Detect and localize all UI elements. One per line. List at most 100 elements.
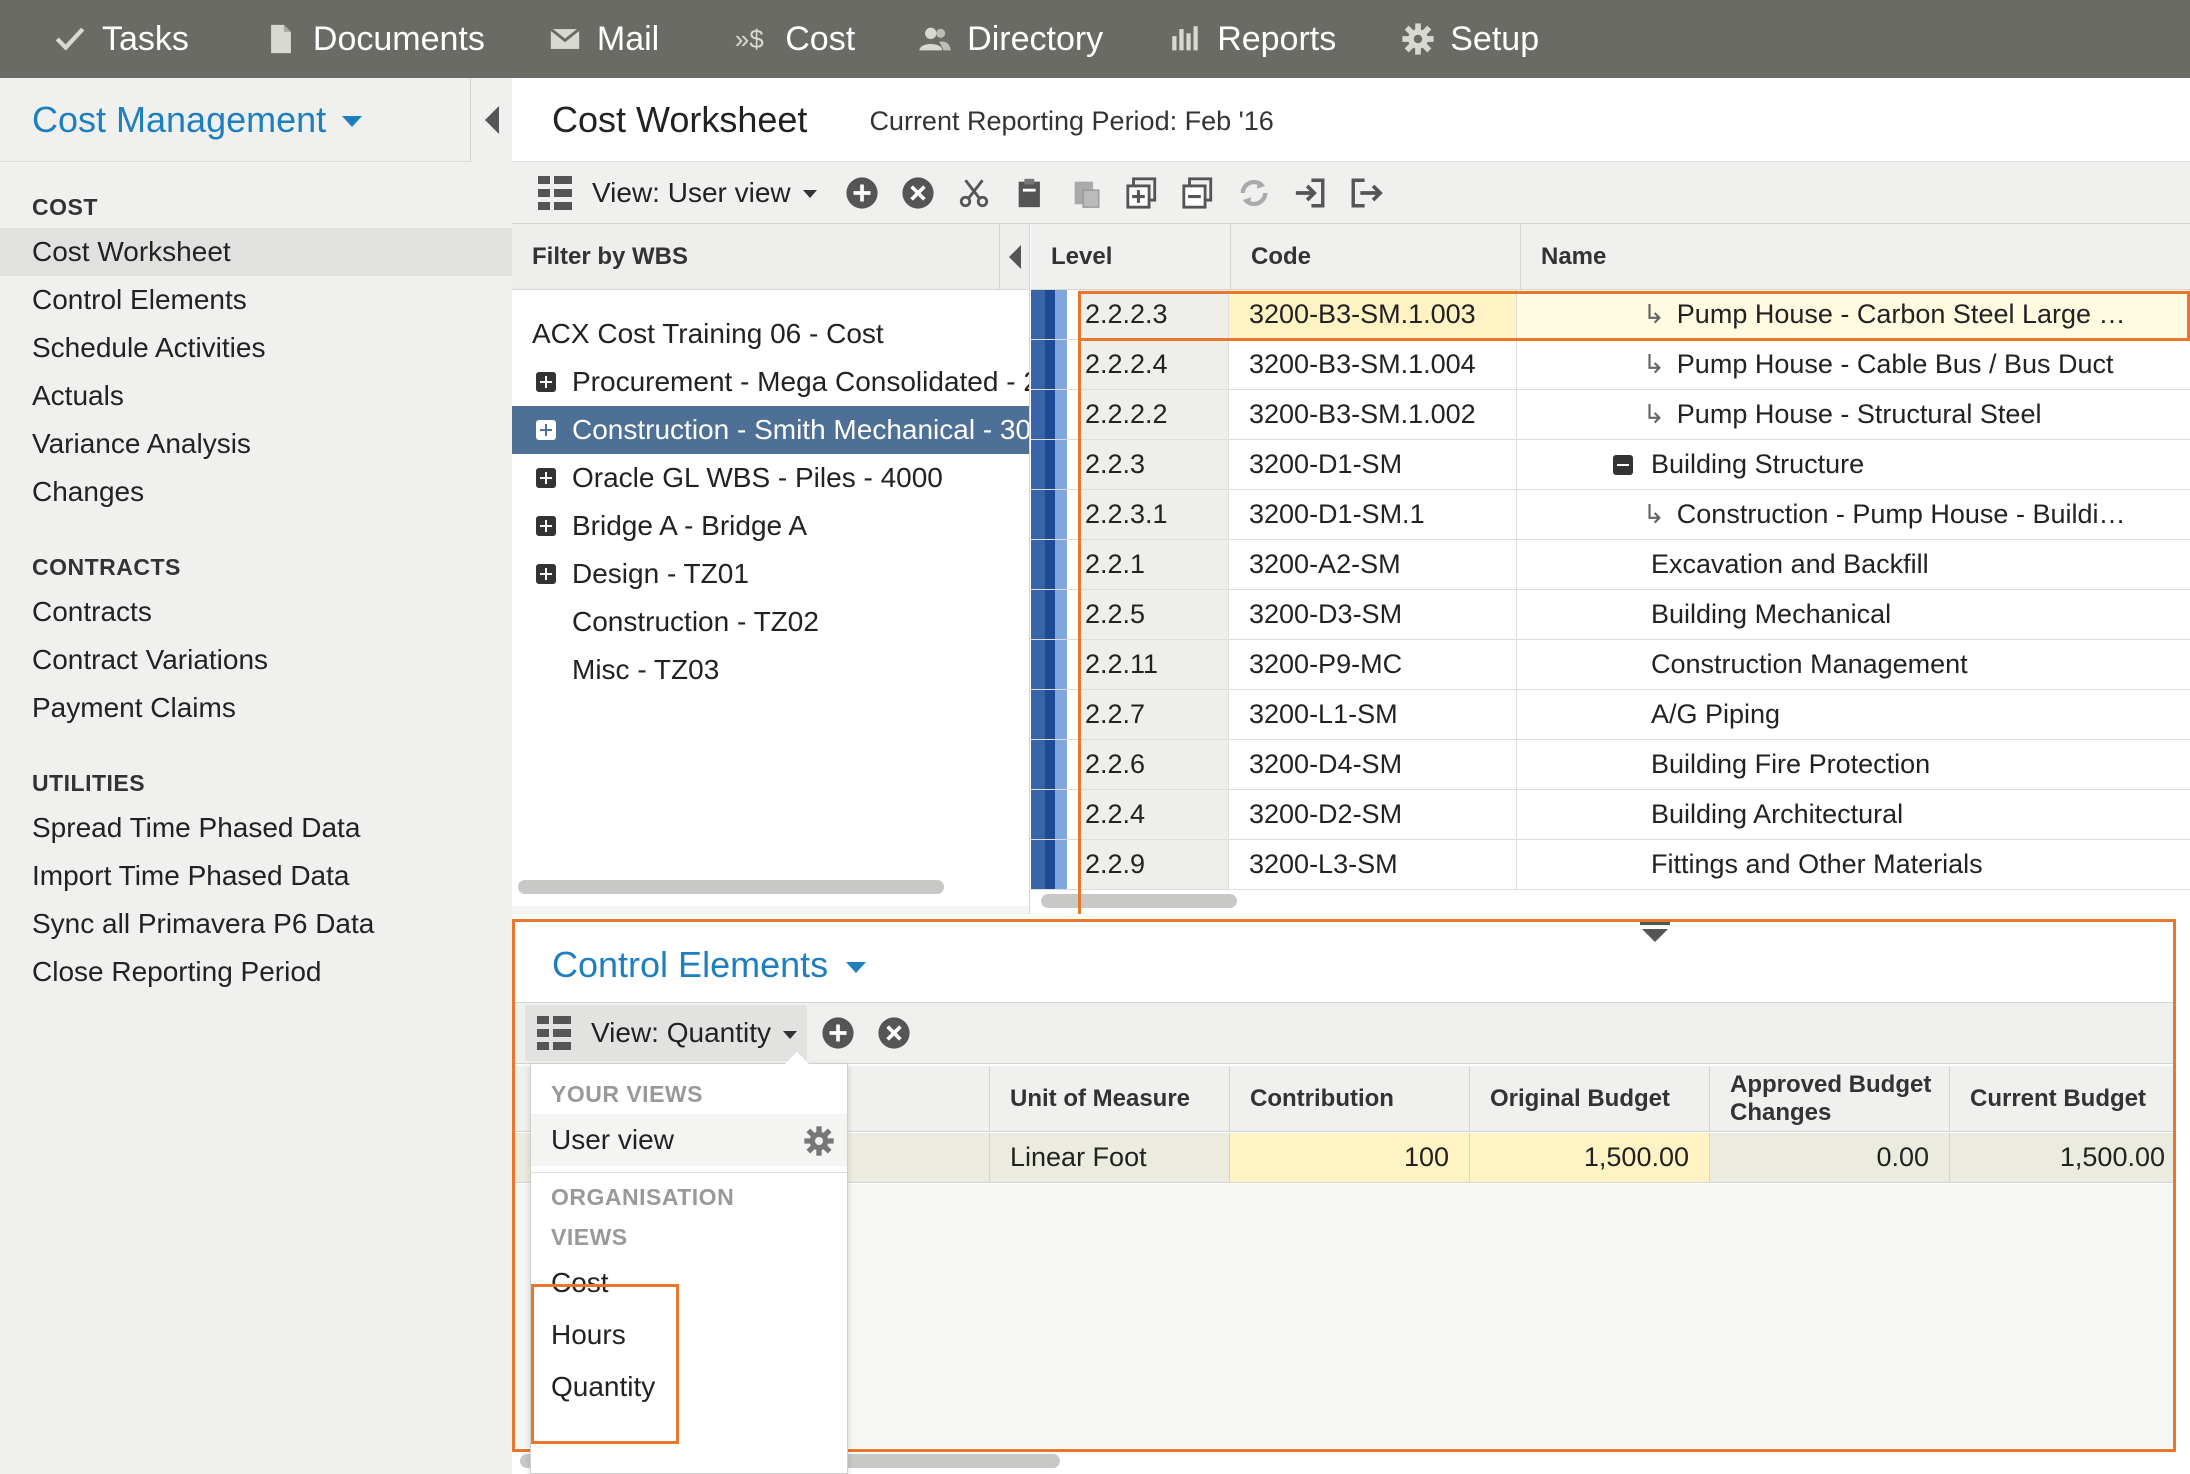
wbs-node[interactable]: Misc - TZ03 [512, 646, 1029, 694]
table-row[interactable]: 2.2.2.2 3200-B3-SM.1.002 ↳ Pump House - Str… [1031, 390, 2190, 440]
view-selector-button[interactable]: View: Quantity [525, 1005, 808, 1061]
view-option-user-view[interactable]: User view [531, 1114, 847, 1166]
cell-name[interactable]: ↳ Construction - Pump House - Buildi… [1517, 490, 2189, 539]
sidebar-item-control-elements[interactable]: Control Elements [0, 276, 512, 324]
cell-name[interactable]: Building Architectural [1517, 790, 2189, 839]
sidebar-item-actuals[interactable]: Actuals [0, 372, 512, 420]
cell-level[interactable]: 2.2.7 [1079, 690, 1229, 739]
cell-name[interactable]: Excavation and Backfill [1517, 540, 2189, 589]
wbs-root[interactable]: ACX Cost Training 06 - Cost [512, 310, 1029, 358]
cell-contribution[interactable]: 100 [1230, 1133, 1470, 1182]
remove-row-icon[interactable] [1179, 174, 1217, 212]
table-row[interactable]: 2.2.6 3200-D4-SM Building Fire Protection [1031, 740, 2190, 790]
expand-icon[interactable] [536, 372, 556, 392]
cell-name[interactable]: Building Structure [1517, 440, 2189, 489]
cell-name[interactable]: ↳ Pump House - Carbon Steel Large … [1517, 290, 2189, 339]
delete-icon[interactable] [875, 1014, 913, 1052]
sidebar-item-changes[interactable]: Changes [0, 468, 512, 516]
panel-splitter-handle[interactable] [1640, 922, 1670, 944]
expand-icon[interactable] [536, 468, 556, 488]
column-header-code[interactable]: Code [1231, 224, 1521, 289]
column-header-original-budget[interactable]: Original Budget [1470, 1066, 1710, 1131]
cell-name[interactable]: A/G Piping [1517, 690, 2189, 739]
wbs-node[interactable]: Bridge A - Bridge A [512, 502, 1029, 550]
column-header-contribution[interactable]: Contribution [1230, 1066, 1470, 1131]
nav-documents[interactable]: Documents [261, 0, 485, 78]
cell-code[interactable]: 3200-D2-SM [1229, 790, 1517, 839]
view-option-quantity[interactable]: Quantity [531, 1361, 847, 1413]
chevron-down-icon[interactable] [846, 961, 867, 973]
paste-icon[interactable] [1011, 174, 1049, 212]
table-row[interactable]: 2.2.3.1 3200-D1-SM.1 ↳ Construction - Pump … [1031, 490, 2190, 540]
cell-name[interactable]: Building Fire Protection [1517, 740, 2189, 789]
view-option-hours[interactable]: Hours [531, 1309, 847, 1361]
collapse-wbs-button[interactable] [999, 224, 1029, 290]
cell-code[interactable]: 3200-L3-SM [1229, 840, 1517, 889]
collapse-sidebar-button[interactable] [470, 78, 512, 162]
nav-cost[interactable]: »$ Cost [725, 0, 855, 78]
sidebar-item-sync-p6[interactable]: Sync all Primavera P6 Data [0, 900, 512, 948]
cell-code[interactable]: 3200-D4-SM [1229, 740, 1517, 789]
sidebar-item-contracts[interactable]: Contracts [0, 588, 512, 636]
add-icon[interactable] [819, 1014, 857, 1052]
gear-icon[interactable] [803, 1125, 835, 1157]
cell-code[interactable]: 3200-P9-MC [1229, 640, 1517, 689]
wbs-node-selected[interactable]: Construction - Smith Mechanical - 3000 [512, 406, 1029, 454]
expand-icon[interactable] [536, 564, 556, 584]
view-option-cost[interactable]: Cost [531, 1257, 847, 1309]
table-row[interactable]: 2.2.4 3200-D2-SM Building Architectural [1031, 790, 2190, 840]
table-row[interactable]: 2.2.11 3200-P9-MC Construction Management [1031, 640, 2190, 690]
grid-view-icon[interactable] [538, 175, 572, 210]
cell-name[interactable]: Construction Management [1517, 640, 2189, 689]
import-icon[interactable] [1291, 174, 1329, 212]
export-icon[interactable] [1347, 174, 1385, 212]
sidebar-item-contract-variations[interactable]: Contract Variations [0, 636, 512, 684]
cell-code[interactable]: 3200-A2-SM [1229, 540, 1517, 589]
sidebar-item-payment-claims[interactable]: Payment Claims [0, 684, 512, 732]
cell-name[interactable]: Fittings and Other Materials [1517, 840, 2189, 889]
view-selector[interactable]: View: User view [592, 177, 791, 209]
cell-level[interactable]: 2.2.9 [1079, 840, 1229, 889]
cell-code[interactable]: 3200-D3-SM [1229, 590, 1517, 639]
wbs-node[interactable]: Construction - TZ02 [512, 598, 1029, 646]
cell-level[interactable]: 2.2.4 [1079, 790, 1229, 839]
cell-name[interactable]: ↳ Pump House - Cable Bus / Bus Duct [1517, 340, 2189, 389]
nav-tasks[interactable]: Tasks [50, 0, 189, 78]
module-dropdown-icon[interactable] [342, 116, 363, 127]
nav-reports[interactable]: Reports [1165, 0, 1336, 78]
nav-directory[interactable]: Directory [915, 0, 1103, 78]
cell-code[interactable]: 3200-D1-SM.1 [1229, 490, 1517, 539]
grid-horizontal-scrollbar[interactable] [1041, 894, 1237, 908]
expand-icon[interactable] [536, 516, 556, 536]
nav-mail[interactable]: Mail [545, 0, 659, 78]
table-row[interactable]: 2.2.3 3200-D1-SM Building Structure [1031, 440, 2190, 490]
cell-code[interactable]: 3200-B3-SM.1.002 [1229, 390, 1517, 439]
table-row-selected[interactable]: 2.2.2.3 3200-B3-SM.1.003 ↳ Pump House - Car… [1031, 290, 2190, 340]
table-row[interactable]: 2.2.7 3200-L1-SM A/G Piping [1031, 690, 2190, 740]
add-icon[interactable] [843, 174, 881, 212]
sidebar-item-spread-time-phased[interactable]: Spread Time Phased Data [0, 804, 512, 852]
cell-level[interactable]: 2.2.1 [1079, 540, 1229, 589]
sidebar-item-schedule-activities[interactable]: Schedule Activities [0, 324, 512, 372]
cell-level[interactable]: 2.2.2.4 [1079, 340, 1229, 389]
control-elements-title[interactable]: Control Elements [552, 944, 828, 986]
cell-level[interactable]: 2.2.3.1 [1079, 490, 1229, 539]
table-row[interactable]: 2.2.5 3200-D3-SM Building Mechanical [1031, 590, 2190, 640]
column-header-unit[interactable]: Unit of Measure [990, 1066, 1230, 1131]
cut-icon[interactable] [955, 174, 993, 212]
collapse-icon[interactable] [1613, 454, 1633, 475]
refresh-icon[interactable] [1235, 174, 1273, 212]
table-row[interactable]: 2.2.9 3200-L3-SM Fittings and Other Materi… [1031, 840, 2190, 890]
column-header-current-budget[interactable]: Current Budget [1950, 1066, 2173, 1131]
table-row[interactable]: 2.2.2.4 3200-B3-SM.1.004 ↳ Pump House - Cab… [1031, 340, 2190, 390]
cell-level[interactable]: 2.2.11 [1079, 640, 1229, 689]
sidebar-item-variance-analysis[interactable]: Variance Analysis [0, 420, 512, 468]
cell-name[interactable]: ↳ Pump House - Structural Steel [1517, 390, 2189, 439]
cell-code[interactable]: 3200-D1-SM [1229, 440, 1517, 489]
cell-code[interactable]: 3200-B3-SM.1.003 [1229, 290, 1517, 339]
delete-icon[interactable] [899, 174, 937, 212]
wbs-node[interactable]: Oracle GL WBS - Piles - 4000 [512, 454, 1029, 502]
wbs-node[interactable]: Procurement - Mega Consolidated - 2000 [512, 358, 1029, 406]
sidebar-item-close-period[interactable]: Close Reporting Period [0, 948, 512, 996]
add-row-icon[interactable] [1123, 174, 1161, 212]
